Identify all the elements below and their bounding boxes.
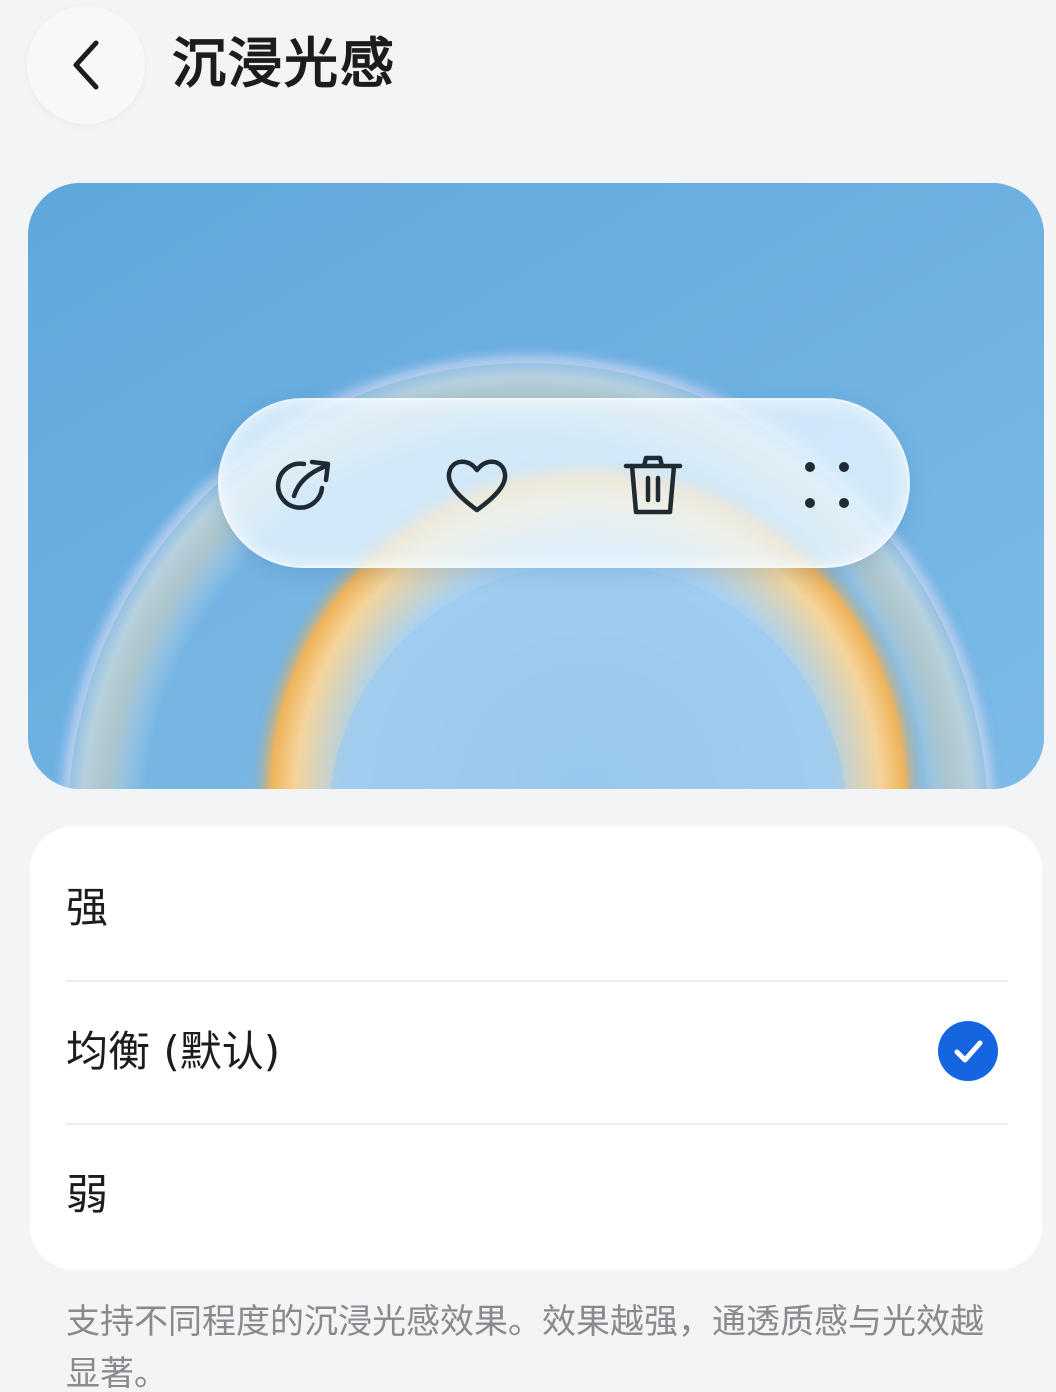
option-weak[interactable]: 弱 <box>30 1124 1042 1266</box>
checkmark-icon <box>938 1021 998 1081</box>
share-icon[interactable] <box>270 450 340 520</box>
option-label: 弱 <box>66 1170 109 1219</box>
more-dots-icon[interactable] <box>792 450 862 520</box>
option-label: 均衡 (默认) <box>66 1027 281 1076</box>
chevron-left-icon <box>73 40 99 90</box>
effect-preview-image <box>28 183 1044 789</box>
option-label: 强 <box>66 883 109 932</box>
heart-icon[interactable] <box>442 450 512 520</box>
description-text: 支持不同程度的沉浸光感效果。效果越强，通透质感与光效越显著。 <box>66 1302 984 1392</box>
trash-icon[interactable] <box>618 450 688 520</box>
option-balanced[interactable]: 均衡 (默认) <box>30 981 1042 1123</box>
intensity-options-card: 强 均衡 (默认) 弱 <box>30 826 1042 1270</box>
back-button[interactable] <box>27 6 145 124</box>
option-strong[interactable]: 强 <box>30 837 1042 979</box>
floating-toolbar <box>218 398 910 568</box>
page-title: 沉浸光感 <box>172 32 396 95</box>
page: 沉浸光感 强 均衡 (默认) 弱 支持不同程度的沉浸光感效果。效果越强，通透质感… <box>0 0 1056 1392</box>
